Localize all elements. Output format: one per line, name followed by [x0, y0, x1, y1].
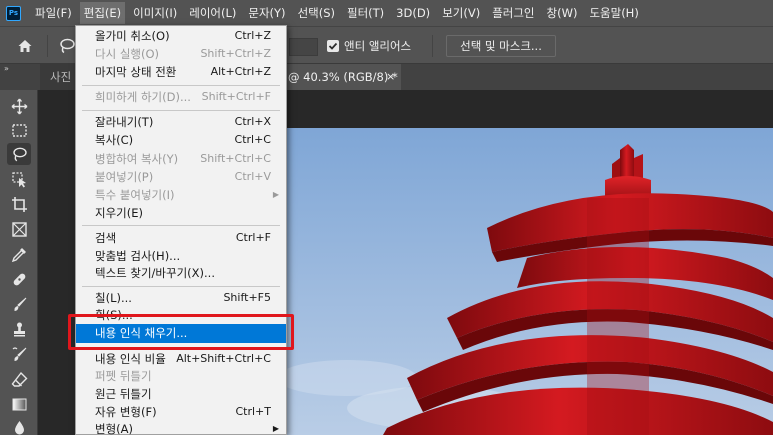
menu-image[interactable]: 이미지(I) — [129, 2, 181, 24]
menu-select[interactable]: 선택(S) — [294, 2, 339, 24]
menu-redo[interactable]: 다시 실행(O) Shift+Ctrl+Z — [76, 45, 286, 63]
menu-copy-merged[interactable]: 병합하여 복사(Y) Shift+Ctrl+C — [76, 150, 286, 168]
collapse-panel-icon[interactable]: » — [4, 64, 9, 73]
tools-panel — [0, 90, 38, 435]
menu-copy[interactable]: 복사(C) Ctrl+C — [76, 131, 286, 149]
document-tab-active[interactable]: @ 40.3% (RGB/8) * — [286, 64, 401, 90]
frame-tool[interactable] — [7, 218, 31, 240]
brush-tool[interactable] — [7, 293, 31, 315]
menu-3d[interactable]: 3D(D) — [392, 2, 434, 24]
rectangle-marquee-icon — [11, 123, 27, 137]
blur-tool[interactable] — [7, 416, 31, 435]
eraser-tool[interactable] — [7, 368, 31, 390]
object-selection-icon — [11, 171, 26, 187]
brush-icon — [13, 297, 26, 311]
edit-menu-dropdown: 올가미 취소(O) Ctrl+Z 다시 실행(O) Shift+Ctrl+Z 마지막… — [75, 25, 287, 435]
options-divider — [47, 35, 48, 57]
menu-separator — [82, 110, 280, 111]
feather-input[interactable] — [289, 38, 318, 56]
bandage-icon — [13, 273, 25, 285]
document-canvas[interactable] — [287, 128, 773, 435]
menu-cut[interactable]: 잘라내기(T) Ctrl+X — [76, 113, 286, 131]
submenu-arrow-icon: ▶ — [272, 424, 279, 433]
menu-puppet-warp[interactable]: 퍼펫 뒤틀기 — [76, 367, 286, 385]
crop-icon — [11, 196, 27, 212]
menu-fade[interactable]: 희미하게 하기(D)... Shift+Ctrl+F — [76, 88, 286, 106]
sculpture-photo — [287, 128, 773, 435]
menu-plugins[interactable]: 플러그인 — [488, 2, 538, 24]
gradient-tool[interactable] — [7, 393, 31, 415]
lasso-icon — [60, 38, 75, 54]
home-button[interactable] — [13, 35, 37, 57]
photoshop-logo-icon: Ps — [6, 5, 21, 21]
menu-layer[interactable]: 레이어(L) — [185, 2, 240, 24]
menu-view[interactable]: 보기(V) — [438, 2, 484, 24]
menu-separator — [82, 85, 280, 86]
history-brush-tool[interactable] — [7, 343, 31, 365]
menu-separator — [82, 286, 280, 287]
menu-bar: Ps 파일(F) 편집(E) 이미지(I) 레이어(L) 문자(Y) 선택(S)… — [0, 0, 773, 26]
crop-tool[interactable] — [7, 193, 31, 215]
menu-content-aware-scale[interactable]: 내용 인식 비율 Alt+Shift+Ctrl+C — [76, 350, 286, 368]
menu-window[interactable]: 창(W) — [543, 2, 582, 24]
eraser-icon — [11, 371, 27, 387]
menu-paste[interactable]: 붙여넣기(P) Ctrl+V — [76, 168, 286, 186]
object-selection-tool[interactable] — [7, 168, 31, 190]
select-and-mask-button[interactable]: 선택 및 마스크... — [446, 35, 556, 57]
menu-transform[interactable]: 변형(A) ▶ — [76, 420, 286, 435]
move-tool[interactable] — [7, 95, 31, 117]
menu-separator — [82, 225, 280, 226]
options-divider — [432, 35, 433, 57]
antialias-checkbox[interactable] — [327, 40, 339, 52]
menu-search[interactable]: 검색 Ctrl+F — [76, 229, 286, 247]
move-icon — [11, 98, 27, 114]
eyedropper-tool[interactable] — [7, 243, 31, 265]
healing-brush-tool[interactable] — [7, 268, 31, 290]
history-brush-icon — [12, 346, 26, 361]
checkmark-icon — [328, 42, 338, 50]
menu-help[interactable]: 도움말(H) — [585, 2, 642, 24]
tab-close-icon[interactable]: × — [386, 64, 395, 90]
menu-file[interactable]: 파일(F) — [31, 2, 76, 24]
highlight-annotation-frame — [68, 314, 294, 350]
menu-fill[interactable]: 칠(L)... Shift+F5 — [76, 289, 286, 307]
menu-type[interactable]: 문자(Y) — [244, 2, 289, 24]
home-icon — [18, 40, 32, 52]
lasso-icon — [12, 147, 27, 161]
menu-find-replace-text[interactable]: 텍스트 찾기/바꾸기(X)... — [76, 264, 286, 282]
menu-toggle-last-state[interactable]: 마지막 상태 전환 Alt+Ctrl+Z — [76, 63, 286, 81]
menu-free-transform[interactable]: 자유 변형(F) Ctrl+T — [76, 403, 286, 421]
menu-paste-special[interactable]: 특수 붙여넣기(I) ▶ — [76, 186, 286, 204]
submenu-arrow-icon: ▶ — [272, 190, 279, 199]
marquee-tool[interactable] — [7, 119, 31, 141]
drop-icon — [14, 420, 24, 434]
stamp-icon — [13, 322, 25, 336]
gradient-icon — [12, 398, 26, 410]
eyedropper-icon — [11, 247, 26, 262]
menu-perspective-warp[interactable]: 원근 뒤틀기 — [76, 385, 286, 403]
frame-icon — [11, 221, 27, 237]
menu-edit[interactable]: 편집(E) — [79, 2, 126, 24]
antialias-label: 앤티 앨리어스 — [344, 39, 412, 53]
lasso-tool[interactable] — [7, 143, 31, 165]
menu-check-spelling[interactable]: 맞춤법 검사(H)... — [76, 247, 286, 265]
clone-stamp-tool[interactable] — [7, 318, 31, 340]
menu-clear[interactable]: 지우기(E) — [76, 204, 286, 222]
menu-undo-lasso[interactable]: 올가미 취소(O) Ctrl+Z — [76, 27, 286, 45]
menu-filter[interactable]: 필터(T) — [343, 2, 388, 24]
